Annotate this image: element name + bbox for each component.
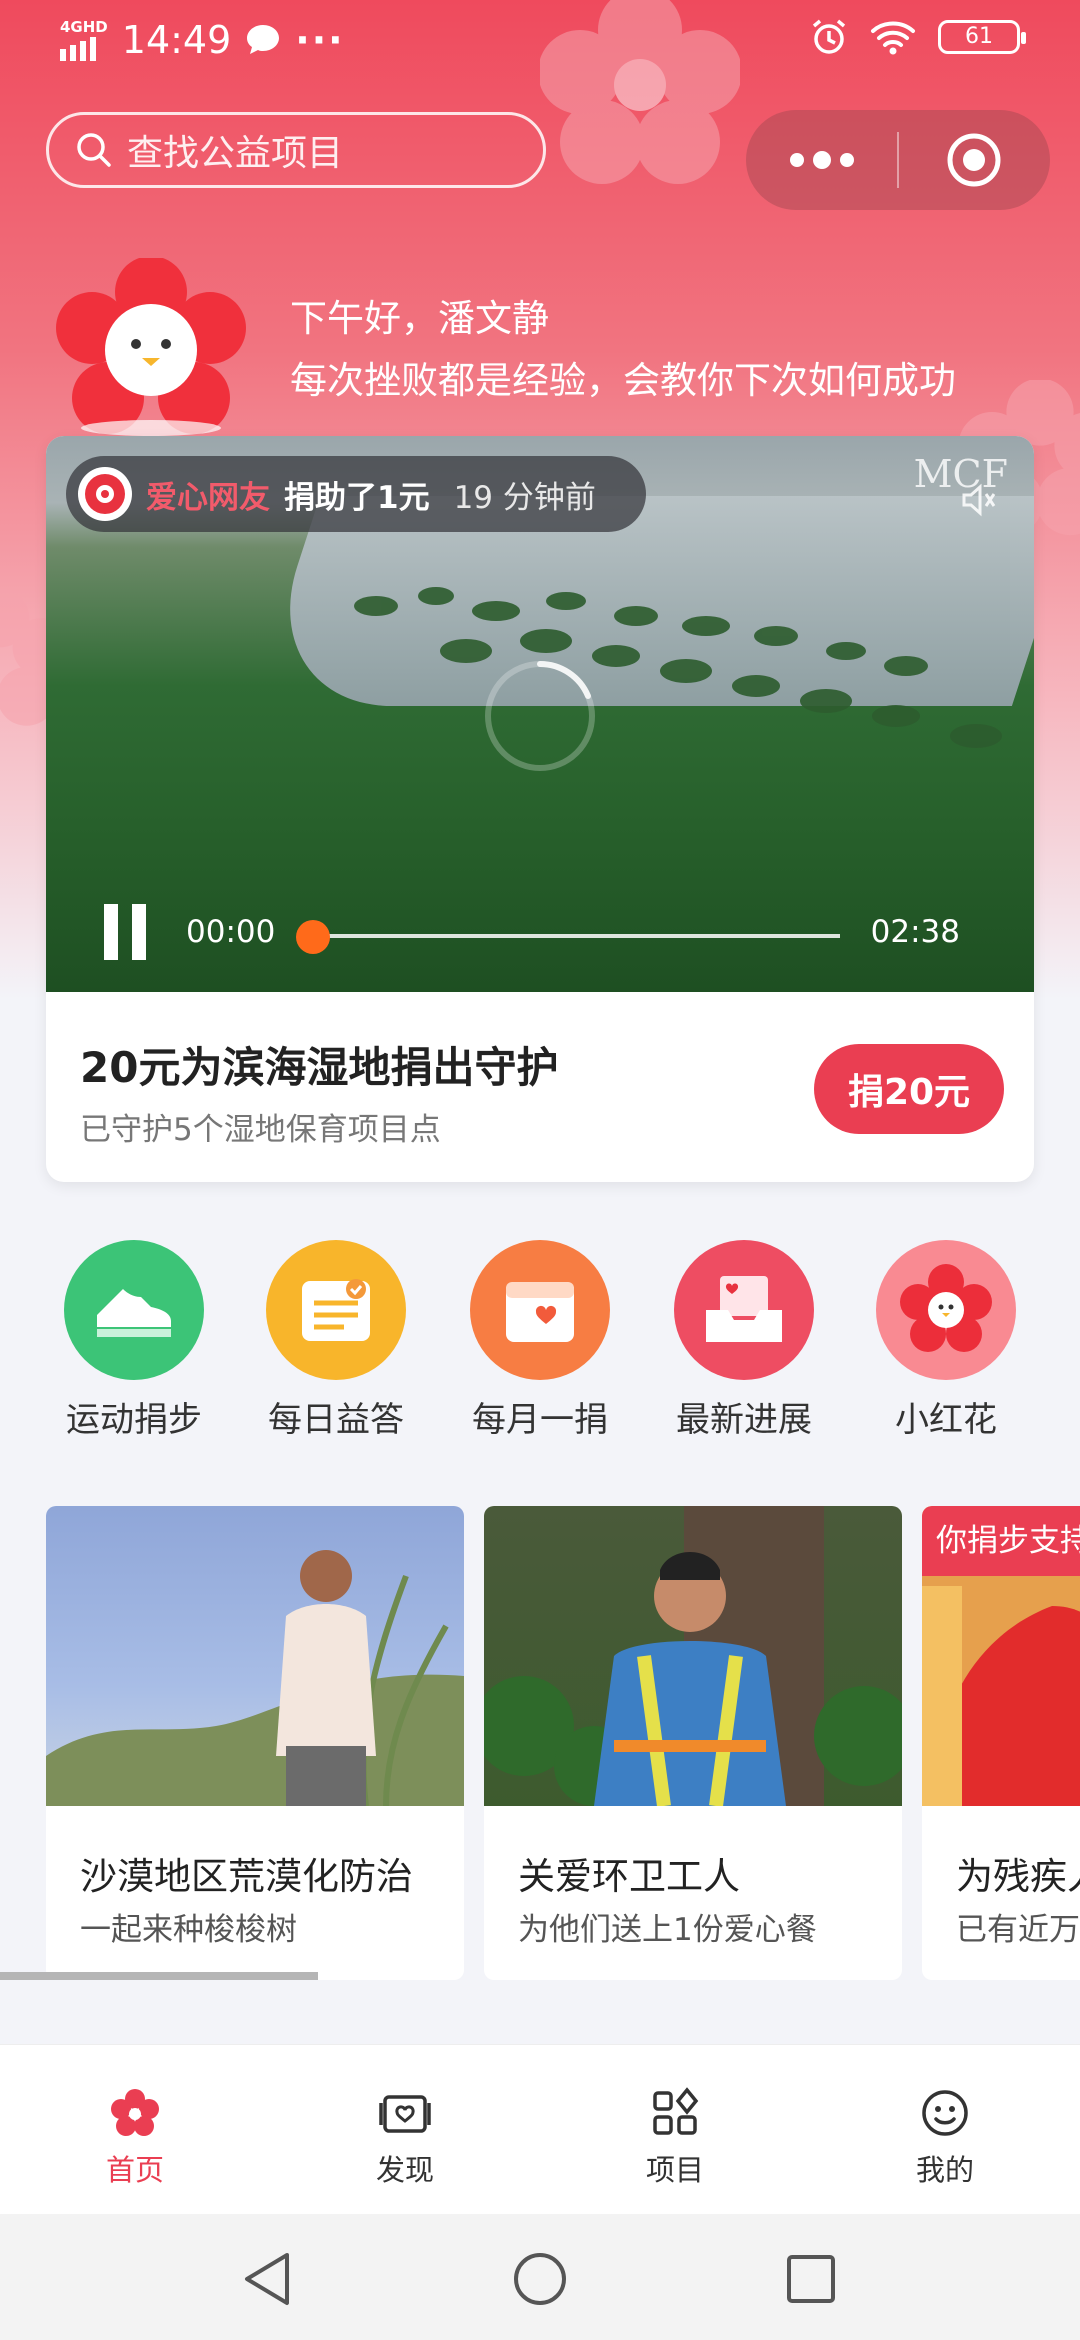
quick-label: 最新进展 xyxy=(676,1400,812,1440)
project-subtitle: 一起来种梭梭树 xyxy=(80,1912,297,1948)
horizontal-scroll-indicator xyxy=(0,1972,318,1980)
wifi-icon xyxy=(871,21,915,55)
target-circle-icon xyxy=(947,133,1001,187)
project-carousel[interactable]: 沙漠地区荒漠化防治 一起来种梭梭树 关爱环卫工人 为他们送上1份爱心餐 你捐步支… xyxy=(0,1506,1080,1980)
search-icon xyxy=(77,133,111,167)
battery-indicator: 61 xyxy=(938,20,1026,54)
tab-projects[interactable]: 项目 xyxy=(540,2045,810,2215)
tab-label: 首页 xyxy=(105,2153,164,2187)
quick-entry-latest-progress[interactable]: 最新进展 xyxy=(654,1240,834,1441)
quick-entry-daily-quiz[interactable]: 每日益答 xyxy=(246,1240,426,1441)
donate-button[interactable]: 捐20元 xyxy=(814,1044,1004,1134)
step-support-badge: 你捐步支持 xyxy=(922,1506,1080,1576)
home-button[interactable] xyxy=(505,2244,575,2314)
loading-spinner-icon xyxy=(485,661,595,771)
more-dots-icon xyxy=(789,151,854,169)
network-label: 4GHD xyxy=(60,17,108,36)
more-options-button[interactable] xyxy=(746,110,897,210)
project-card[interactable]: 关爱环卫工人 为他们送上1份爱心餐 xyxy=(484,1506,902,1980)
quick-entries: 运动捐步 每日益答 每月一捐 最新进展 小红花 xyxy=(0,1240,1080,1440)
featured-project-card[interactable]: 爱心网友 捐助了1元 19 分钟前 MCF 00:00 02:38 20元为滨海… xyxy=(46,436,1034,1182)
tab-label: 项目 xyxy=(645,2153,704,2187)
inbox-heart-icon xyxy=(706,1276,782,1342)
donation-time: 19 分钟前 xyxy=(453,479,596,516)
flower-home-icon xyxy=(111,2089,159,2136)
quick-icon-circle xyxy=(266,1240,406,1380)
project-image: 你捐步支持 xyxy=(922,1506,1080,1806)
pause-icon[interactable] xyxy=(98,898,158,968)
project-card[interactable]: 你捐步支持 为残疾人 已有近万 xyxy=(922,1506,1080,1980)
search-input[interactable]: 查找公益项目 xyxy=(46,112,546,188)
tab-home[interactable]: 首页 xyxy=(0,2045,270,2215)
quick-label: 每月一捐 xyxy=(472,1400,608,1440)
tab-profile[interactable]: 我的 xyxy=(810,2045,1080,2215)
quick-icon-circle xyxy=(674,1240,814,1380)
donor-name: 爱心网友 xyxy=(146,479,270,516)
quick-label: 小红花 xyxy=(895,1400,997,1440)
miniprogram-capsule xyxy=(746,110,1050,210)
quick-label: 每日益答 xyxy=(268,1400,404,1440)
video-player[interactable]: 爱心网友 捐助了1元 19 分钟前 MCF 00:00 02:38 xyxy=(46,436,1034,992)
progress-knob[interactable] xyxy=(296,920,330,954)
tab-label: 发现 xyxy=(375,2153,434,2187)
alarm-icon xyxy=(812,19,846,54)
donor-badge-icon xyxy=(85,474,125,514)
discover-icon xyxy=(379,2095,431,2133)
back-button[interactable] xyxy=(232,2244,302,2314)
quick-icon-circle xyxy=(64,1240,204,1380)
recents-button[interactable] xyxy=(776,2244,846,2314)
project-card[interactable]: 沙漠地区荒漠化防治 一起来种梭梭树 xyxy=(46,1506,464,1980)
clock: 14:49 xyxy=(121,18,232,62)
sneaker-icon xyxy=(97,1289,171,1337)
project-image xyxy=(46,1506,464,1806)
quiz-card-icon xyxy=(302,1279,370,1341)
quick-label: 运动捐步 xyxy=(66,1400,202,1440)
home-circle-icon xyxy=(514,2253,566,2305)
progress-track[interactable] xyxy=(310,934,840,938)
greeting-title: 下午好，潘文静 xyxy=(290,297,549,340)
more-notifications-icon: ··· xyxy=(295,18,345,62)
system-navigation-bar xyxy=(0,2214,1080,2340)
featured-title: 20元为滨海湿地捐出守护 xyxy=(80,1043,559,1092)
back-triangle-icon xyxy=(245,2253,289,2305)
project-subtitle: 已有近万 xyxy=(956,1912,1080,1948)
calendar-heart-icon xyxy=(506,1282,574,1342)
project-title: 为残疾人 xyxy=(956,1855,1080,1898)
project-image xyxy=(484,1506,902,1806)
bottom-tab-bar: 首页 发现 项目 我的 xyxy=(0,2044,1080,2214)
grid-projects-icon xyxy=(653,2087,699,2135)
red-flower-icon xyxy=(900,1264,992,1352)
close-miniprogram-button[interactable] xyxy=(899,110,1050,210)
recents-square-icon xyxy=(787,2255,835,2303)
message-bubble-icon xyxy=(247,25,280,54)
search-placeholder: 查找公益项目 xyxy=(127,133,344,174)
donor-avatar xyxy=(78,467,132,521)
tab-discover[interactable]: 发现 xyxy=(270,2045,540,2215)
network-indicator: 4GHD xyxy=(60,17,108,61)
project-photo-desert xyxy=(46,1550,464,1806)
current-time: 00:00 xyxy=(186,914,276,950)
project-title: 沙漠地区荒漠化防治 xyxy=(80,1855,413,1898)
greeting-motto: 每次挫败都是经验，会教你下次如何成功 xyxy=(290,359,956,402)
quick-icon-circle xyxy=(470,1240,610,1380)
project-title: 关爱环卫工人 xyxy=(518,1855,740,1898)
video-controls: 00:00 02:38 xyxy=(46,892,1034,982)
tab-label: 我的 xyxy=(915,2153,974,2187)
quick-entry-monthly-donation[interactable]: 每月一捐 xyxy=(450,1240,630,1441)
quick-entry-step-donation[interactable]: 运动捐步 xyxy=(44,1240,224,1441)
project-subtitle: 为他们送上1份爱心餐 xyxy=(518,1912,817,1948)
quick-icon-circle xyxy=(876,1240,1016,1380)
signal-icon xyxy=(60,36,96,61)
total-time: 02:38 xyxy=(870,914,960,950)
project-photo-sanitation-worker xyxy=(484,1506,902,1806)
mascot-flower-icon xyxy=(56,258,246,436)
status-bar: 4GHD 14:49 ··· 61 xyxy=(0,0,1080,84)
latest-donation-ticker: 爱心网友 捐助了1元 19 分钟前 xyxy=(66,456,646,532)
donor-action: 捐助了1元 xyxy=(284,479,430,516)
quick-entry-red-flower[interactable]: 小红花 xyxy=(856,1240,1036,1441)
smiley-profile-icon xyxy=(922,2090,968,2136)
featured-subtitle: 已守护5个湿地保育项目点 xyxy=(80,1112,441,1148)
featured-info: 20元为滨海湿地捐出守护 已守护5个湿地保育项目点 捐20元 xyxy=(46,992,1034,1182)
mute-icon[interactable] xyxy=(958,480,998,520)
